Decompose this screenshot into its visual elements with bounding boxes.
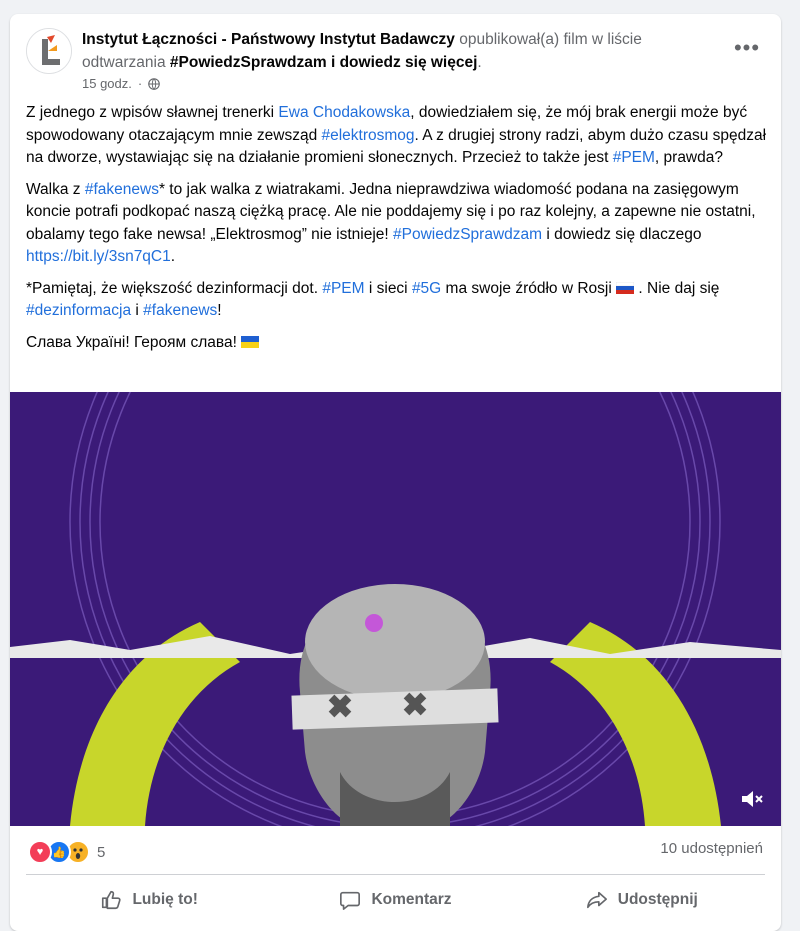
more-options-label: •••: [733, 35, 761, 60]
hashtag-link[interactable]: #fakenews: [143, 302, 217, 319]
headline-period: .: [477, 54, 482, 71]
p3-text-d: . Nie daj się: [634, 279, 720, 297]
p1-text-a: Z jednego z wpisów sławnej trenerki: [26, 104, 279, 121]
comment-icon: [340, 891, 361, 910]
post-body: Z jednego z wpisów sławnej trenerki Ewa …: [26, 102, 767, 363]
hashtag-link[interactable]: #fakenews: [85, 181, 159, 198]
post-headline: Instytut Łączności - Państwowy Instytut …: [82, 28, 715, 74]
hashtag-link[interactable]: #5G: [412, 280, 441, 297]
love-reaction-icon: ♥: [28, 840, 52, 864]
like-label: Lubię to!: [132, 891, 198, 908]
post-header: Instytut Łączności - Państwowy Instytut …: [26, 28, 765, 91]
playlist-link[interactable]: #PowiedzSprawdzam i dowiedz się więcej: [170, 54, 478, 71]
comment-button[interactable]: Komentarz: [272, 880, 518, 920]
more-options-icon[interactable]: •••: [729, 30, 765, 66]
p4-text: Слава Україні! Героям слава!: [26, 333, 242, 351]
institute-logo-icon[interactable]: [26, 28, 72, 74]
p2-text-d: .: [170, 248, 176, 265]
post-timestamp[interactable]: 15 godz.: [82, 76, 132, 91]
ukraine-flag-icon: [241, 335, 260, 348]
share-label: Udostępnij: [617, 891, 698, 908]
muted-speaker-icon[interactable]: [739, 786, 765, 812]
p2-text-c: i dowiedz się dlaczego: [542, 225, 702, 243]
hashtag-link[interactable]: #PEM: [322, 280, 364, 297]
hashtag-link[interactable]: #PowiedzSprawdzam: [393, 226, 542, 243]
url-link[interactable]: https://bit.ly/3sn7qC1: [26, 248, 171, 265]
thumbs-up-icon: [102, 890, 122, 910]
p3-text-b: i sieci: [364, 279, 412, 297]
share-button[interactable]: Udostępnij: [519, 880, 765, 920]
author-name[interactable]: Instytut Łączności - Państwowy Instytut …: [82, 31, 455, 48]
mention-link[interactable]: Ewa Chodakowska: [278, 104, 410, 121]
video-player[interactable]: [10, 392, 781, 826]
post-meta: 15 godz. ·: [82, 76, 161, 91]
share-arrow-icon: [586, 891, 607, 909]
hashtag-link[interactable]: #PEM: [613, 149, 655, 166]
hashtag-link[interactable]: #elektrosmog: [322, 127, 415, 144]
meta-separator: ·: [137, 76, 143, 91]
share-count[interactable]: 10 udostępnień: [660, 840, 763, 857]
p3-text-a: *Pamiętaj, że większość dezinformacji do…: [26, 279, 323, 297]
russia-flag-icon: [615, 281, 635, 294]
paragraph-3: *Pamiętaj, że większość dezinformacji do…: [26, 278, 767, 323]
like-button[interactable]: Lubię to!: [26, 880, 272, 920]
p2-text-a: Walka z: [26, 180, 85, 198]
paragraph-1: Z jednego z wpisów sławnej trenerki Ewa …: [26, 102, 767, 170]
reaction-count: 5: [97, 843, 106, 861]
p3-text-e: i: [131, 302, 144, 319]
actions-divider: [26, 874, 765, 875]
video-frame: [10, 392, 781, 826]
post-card: Instytut Łączności - Państwowy Instytut …: [10, 14, 781, 931]
post-stats: ♥ 👍 5 10 udostępnień: [28, 840, 763, 864]
globe-icon: [148, 77, 161, 90]
action-bar: Lubię to! Komentarz Udostępnij: [26, 880, 765, 920]
hashtag-link[interactable]: #dezinformacja: [26, 302, 131, 319]
paragraph-4: Слава Україні! Героям слава!: [26, 332, 767, 355]
p3-text-c: ma swoje źródło w Rosji: [441, 279, 617, 297]
p1-text-d: , prawda?: [654, 149, 723, 166]
p3-text-f: !: [217, 302, 222, 319]
paragraph-2: Walka z #fakenews* to jak walka z wiatra…: [26, 179, 767, 269]
reactions-summary[interactable]: ♥ 👍 5: [28, 840, 105, 864]
comment-label: Komentarz: [371, 891, 452, 908]
